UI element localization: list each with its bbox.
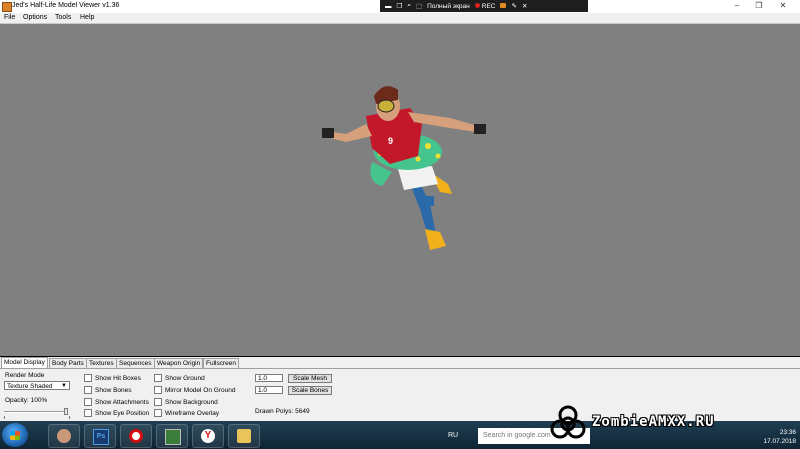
restore-icon[interactable]: ❐ bbox=[397, 2, 403, 10]
render-mode-select[interactable]: Texture Shaded ▼ bbox=[4, 381, 70, 390]
menu-file[interactable]: File bbox=[4, 14, 15, 21]
render-mode-label: Render Mode bbox=[5, 372, 45, 379]
checkbox-box bbox=[154, 386, 162, 394]
scale-mesh-input[interactable]: 1.0 bbox=[255, 374, 283, 382]
menu-bar: File Options Tools Help bbox=[0, 13, 800, 24]
opacity-slider[interactable] bbox=[4, 408, 68, 416]
record-app-icon bbox=[129, 429, 143, 443]
model-viewport[interactable]: 9 bbox=[0, 24, 800, 356]
menu-tools[interactable]: Tools bbox=[55, 14, 71, 21]
opacity-label: Opacity: 100% bbox=[5, 397, 48, 404]
yandex-icon: Y bbox=[201, 429, 215, 443]
taskbar-file-explorer[interactable] bbox=[228, 424, 260, 448]
start-button[interactable] bbox=[2, 423, 28, 447]
maximize-button[interactable]: ❐ bbox=[748, 0, 770, 12]
show-eye-position-checkbox[interactable]: Show Eye Position bbox=[84, 409, 149, 417]
slider-track bbox=[4, 411, 68, 413]
rec-button[interactable]: REC bbox=[474, 3, 495, 10]
scale-bones-button[interactable]: Scale Bones bbox=[288, 386, 332, 395]
checkbox-box bbox=[84, 398, 92, 406]
minimize-button[interactable]: – bbox=[726, 0, 748, 12]
show-bones-checkbox[interactable]: Show Bones bbox=[84, 386, 132, 394]
checkbox-box bbox=[84, 374, 92, 382]
window-controls: – ❐ ✕ bbox=[726, 0, 796, 12]
taskbar-yandex-browser[interactable]: Y bbox=[192, 424, 224, 448]
app-icon bbox=[2, 2, 12, 12]
avatar-icon bbox=[57, 429, 71, 443]
close-button[interactable]: ✕ bbox=[770, 0, 796, 12]
model-render: 9 bbox=[322, 86, 486, 250]
camera-icon[interactable] bbox=[500, 3, 507, 10]
scale-bones-input[interactable]: 1.0 bbox=[255, 386, 283, 394]
windows-logo-icon bbox=[10, 431, 20, 440]
fullscreen-label[interactable]: Полный экран bbox=[427, 3, 470, 10]
show-background-checkbox[interactable]: Show Background bbox=[154, 398, 218, 406]
minimize-icon[interactable]: ▬ bbox=[385, 3, 392, 10]
flipper-lower bbox=[425, 229, 446, 250]
checkbox-box bbox=[84, 409, 92, 417]
taskbar-monitor-app[interactable] bbox=[156, 424, 188, 448]
zoom-icon[interactable]: ⌕ bbox=[407, 2, 411, 10]
slider-thumb[interactable] bbox=[64, 408, 68, 415]
folder-icon bbox=[237, 429, 251, 443]
checkbox-box bbox=[154, 374, 162, 382]
taskbar-avatar-app[interactable] bbox=[48, 424, 80, 448]
show-attachments-checkbox[interactable]: Show Attachments bbox=[84, 398, 149, 406]
menu-options[interactable]: Options bbox=[23, 14, 47, 21]
language-indicator[interactable]: RU bbox=[448, 432, 458, 439]
svg-text:9: 9 bbox=[388, 136, 393, 146]
show-hit-boxes-checkbox[interactable]: Show Hit Boxes bbox=[84, 374, 141, 382]
taskbar-recorder[interactable] bbox=[120, 424, 152, 448]
watermark: ZombieAMXX.RU bbox=[548, 404, 800, 444]
checkbox-box bbox=[154, 398, 162, 406]
recorder-toolbar: ▬ ❐ ⌕ ⬚ Полный экран REC ✎ ✕ bbox=[380, 0, 588, 12]
pencil-icon[interactable]: ✎ bbox=[511, 2, 516, 10]
monitor-icon bbox=[165, 429, 181, 445]
biohazard-icon bbox=[550, 405, 586, 439]
taskbar-photoshop[interactable]: Ps bbox=[84, 424, 116, 448]
render-mode-value: Texture Shaded bbox=[7, 383, 53, 390]
menu-help[interactable]: Help bbox=[80, 14, 94, 21]
mirror-model-checkbox[interactable]: Mirror Model On Ground bbox=[154, 386, 235, 394]
photoshop-icon: Ps bbox=[93, 429, 109, 445]
show-ground-checkbox[interactable]: Show Ground bbox=[154, 374, 205, 382]
title-bar: Jed's Half-Life Model Viewer v1.36 ▬ ❐ ⌕… bbox=[0, 0, 800, 14]
close-recorder-icon[interactable]: ✕ bbox=[522, 2, 527, 10]
slider-ticks bbox=[4, 416, 70, 419]
crop-icon[interactable]: ⬚ bbox=[416, 2, 422, 10]
watermark-text: ZombieAMXX.RU bbox=[592, 414, 715, 430]
wireframe-overlay-checkbox[interactable]: Wireframe Overlay bbox=[154, 409, 219, 417]
checkbox-box bbox=[154, 409, 162, 417]
drawn-polys-readout: Drawn Polys: 5649 bbox=[255, 408, 310, 415]
record-icon bbox=[474, 3, 480, 9]
checkbox-box bbox=[84, 386, 92, 394]
scale-mesh-button[interactable]: Scale Mesh bbox=[288, 374, 332, 383]
chevron-down-icon: ▼ bbox=[61, 383, 67, 389]
window-title: Jed's Half-Life Model Viewer v1.36 bbox=[12, 2, 120, 9]
